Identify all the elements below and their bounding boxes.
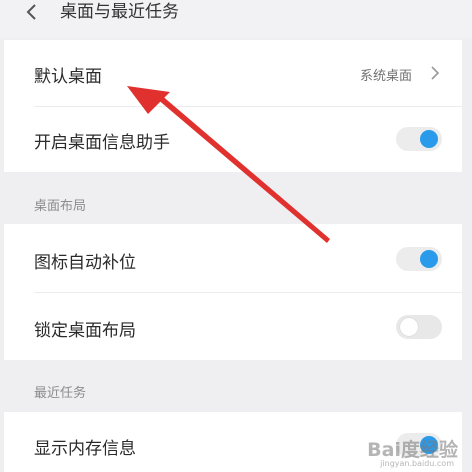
auto-fill-icons-toggle[interactable] — [396, 247, 442, 271]
lock-layout-label: 锁定桌面布局 — [34, 321, 136, 341]
default-desktop-value: 系统桌面 — [359, 69, 412, 84]
watermark-sub: jingyan.baidu.com — [380, 459, 454, 468]
show-memory-label: 显示内存信息 — [34, 439, 136, 459]
page-title: 桌面与最近任务 — [60, 2, 179, 22]
default-desktop-label: 默认桌面 — [34, 67, 102, 87]
default-desktop-row[interactable]: 默认桌面 系统桌面 — [4, 40, 462, 106]
section-title-desktop-layout: 桌面布局 — [34, 199, 87, 214]
desktop-settings-group: 默认桌面 系统桌面 开启桌面信息助手 — [4, 40, 462, 172]
auto-fill-icons-row: 图标自动补位 — [4, 224, 462, 292]
desktop-layout-group: 图标自动补位 锁定桌面布局 — [4, 224, 462, 360]
desktop-assistant-row: 开启桌面信息助手 — [4, 106, 462, 172]
toggle-knob — [420, 130, 438, 148]
desktop-assistant-toggle[interactable] — [396, 127, 442, 151]
chevron-right-icon — [431, 66, 440, 80]
desktop-assistant-label: 开启桌面信息助手 — [34, 133, 170, 153]
auto-fill-icons-label: 图标自动补位 — [34, 253, 136, 273]
chevron-left-icon[interactable] — [22, 0, 42, 24]
toggle-knob — [420, 250, 438, 268]
lock-layout-row: 锁定桌面布局 — [4, 292, 462, 360]
section-title-recent-tasks: 最近任务 — [34, 386, 87, 401]
watermark: Bai度经验 — [367, 439, 458, 461]
top-bar: 桌面与最近任务 — [0, 0, 472, 38]
lock-layout-toggle[interactable] — [396, 315, 442, 339]
toggle-knob — [400, 318, 418, 336]
